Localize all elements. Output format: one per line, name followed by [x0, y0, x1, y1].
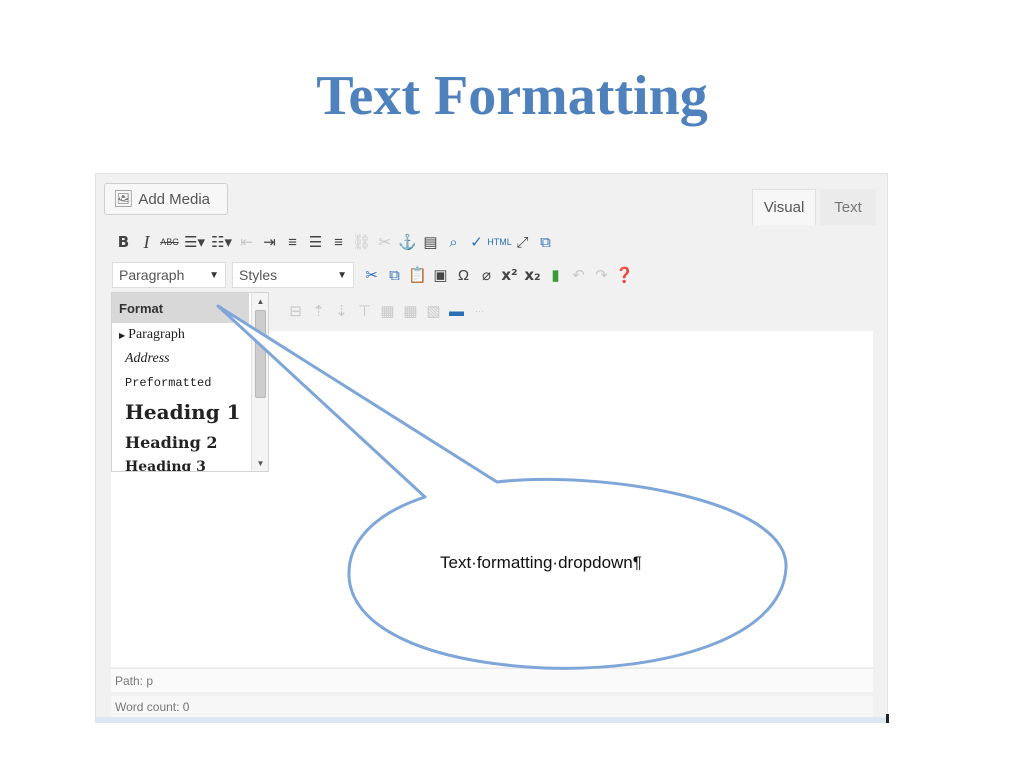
add-media-button[interactable]: 🖼 Add Media: [104, 183, 228, 215]
styles-select-value: Styles: [239, 267, 278, 283]
format-scrollbar[interactable]: ▲ ▼: [251, 293, 268, 471]
format-item-heading-1[interactable]: Heading 1: [119, 395, 268, 429]
callout-text: Text·formatting·dropdown¶: [440, 553, 642, 572]
link-icon[interactable]: ⛓: [350, 230, 373, 254]
html-icon[interactable]: HTML: [487, 230, 512, 254]
format-item-heading-2[interactable]: Heading 2: [119, 429, 268, 457]
format-item-paragraph[interactable]: ▶ Paragraph: [119, 323, 268, 347]
more-icon[interactable]: ···: [468, 299, 491, 323]
clear-format-icon[interactable]: ⌀: [475, 263, 498, 287]
scroll-thumb[interactable]: [255, 310, 266, 398]
tab-visual[interactable]: Visual: [752, 189, 816, 225]
toolbar-row-2: Paragraph ▼ Styles ▼ ✂ ⧉ 📋 ▣ Ω ⌀ x² x₂ ▮…: [112, 262, 636, 288]
paste-icon[interactable]: 📋: [406, 263, 429, 287]
align-left-icon[interactable]: ≡: [281, 230, 304, 254]
outdent-icon[interactable]: ⇤: [235, 230, 258, 254]
format-item-heading-3[interactable]: Heading 3: [119, 457, 268, 471]
find-replace-icon[interactable]: ⌕: [442, 230, 465, 254]
paragraph-select-value: Paragraph: [119, 267, 185, 283]
anchor-icon[interactable]: ⚓: [396, 230, 419, 254]
column-icon[interactable]: ⊤: [353, 299, 376, 323]
table-props-icon[interactable]: ▧: [422, 299, 445, 323]
row-after-icon[interactable]: ⇣: [330, 299, 353, 323]
copy-icon[interactable]: ⧉: [383, 263, 406, 287]
edge-mark: [886, 714, 889, 723]
align-right-icon[interactable]: ≡: [327, 230, 350, 254]
format-header: Format: [112, 293, 249, 323]
split-cells-icon[interactable]: ▦: [399, 299, 422, 323]
add-media-label: Add Media: [138, 190, 211, 208]
tab-text[interactable]: Text: [820, 189, 876, 225]
bullet-list-icon[interactable]: ☰▾: [181, 230, 208, 254]
styles-select[interactable]: Styles ▼: [232, 262, 354, 288]
status-path: Path: p: [111, 668, 873, 692]
numbered-list-icon[interactable]: ☷▾: [208, 230, 235, 254]
superscript-icon[interactable]: x²: [498, 263, 521, 287]
merge-cells-icon[interactable]: ▦: [376, 299, 399, 323]
help-icon[interactable]: ❓: [613, 263, 636, 287]
indent-icon[interactable]: ⇥: [258, 230, 281, 254]
cut-icon[interactable]: ✂: [360, 263, 383, 287]
unlink-icon[interactable]: ✂: [373, 230, 396, 254]
format-dropdown[interactable]: Format ▶ Paragraph Address Preformatted H…: [111, 292, 269, 472]
redo-icon[interactable]: ↷: [590, 263, 613, 287]
italic-icon[interactable]: I: [135, 230, 158, 254]
format-item-preformatted[interactable]: Preformatted: [119, 371, 268, 395]
table-insert-icon[interactable]: ⊟: [284, 299, 307, 323]
fullscreen-icon[interactable]: ⤢: [511, 230, 534, 254]
word-count: Word count: 0: [111, 696, 873, 718]
triangle-right-icon: ▶: [119, 331, 126, 340]
align-center-icon[interactable]: ☰: [304, 230, 327, 254]
toolbar-row-3: ⊟ ⇡ ⇣ ⊤ ▦ ▦ ▧ ▬ ···: [284, 299, 491, 323]
wordpress-editor: 🖼 Add Media Visual Text B I ABC ☰▾ ☷▾ ⇤ …: [95, 173, 889, 723]
format-item-label: Paragraph: [128, 327, 185, 342]
paste-word-icon[interactable]: ▣: [429, 263, 452, 287]
editor-bottom-band: [96, 717, 889, 723]
bold-icon[interactable]: B: [112, 230, 135, 254]
spellcheck-icon[interactable]: ✓: [465, 230, 488, 254]
chevron-down-icon: ▼: [209, 269, 219, 281]
toolbar-row-1: B I ABC ☰▾ ☷▾ ⇤ ⇥ ≡ ☰ ≡ ⛓ ✂ ⚓ ▤ ⌕ ✓ HTML…: [112, 230, 557, 254]
media-icon[interactable]: ▮: [544, 263, 567, 287]
format-item-address[interactable]: Address: [119, 347, 268, 371]
read-more-icon[interactable]: ▤: [419, 230, 442, 254]
strikethrough-icon[interactable]: ABC: [158, 230, 181, 254]
row-before-icon[interactable]: ⇡: [307, 299, 330, 323]
scroll-down-icon[interactable]: ▼: [252, 455, 268, 471]
special-char-icon[interactable]: Ω: [452, 263, 475, 287]
horizontal-rule-icon[interactable]: ▬: [445, 299, 468, 323]
paragraph-select[interactable]: Paragraph ▼: [112, 262, 226, 288]
undo-icon[interactable]: ↶: [567, 263, 590, 287]
expand-toolbar-icon[interactable]: ⧉: [534, 230, 557, 254]
slide-title: Text Formatting: [316, 65, 708, 127]
subscript-icon[interactable]: x₂: [521, 263, 544, 287]
chevron-down-icon: ▼: [337, 269, 347, 281]
media-icon: 🖼: [113, 191, 134, 208]
format-list: ▶ Paragraph Address Preformatted Heading …: [112, 323, 268, 471]
scroll-up-icon[interactable]: ▲: [252, 293, 268, 309]
